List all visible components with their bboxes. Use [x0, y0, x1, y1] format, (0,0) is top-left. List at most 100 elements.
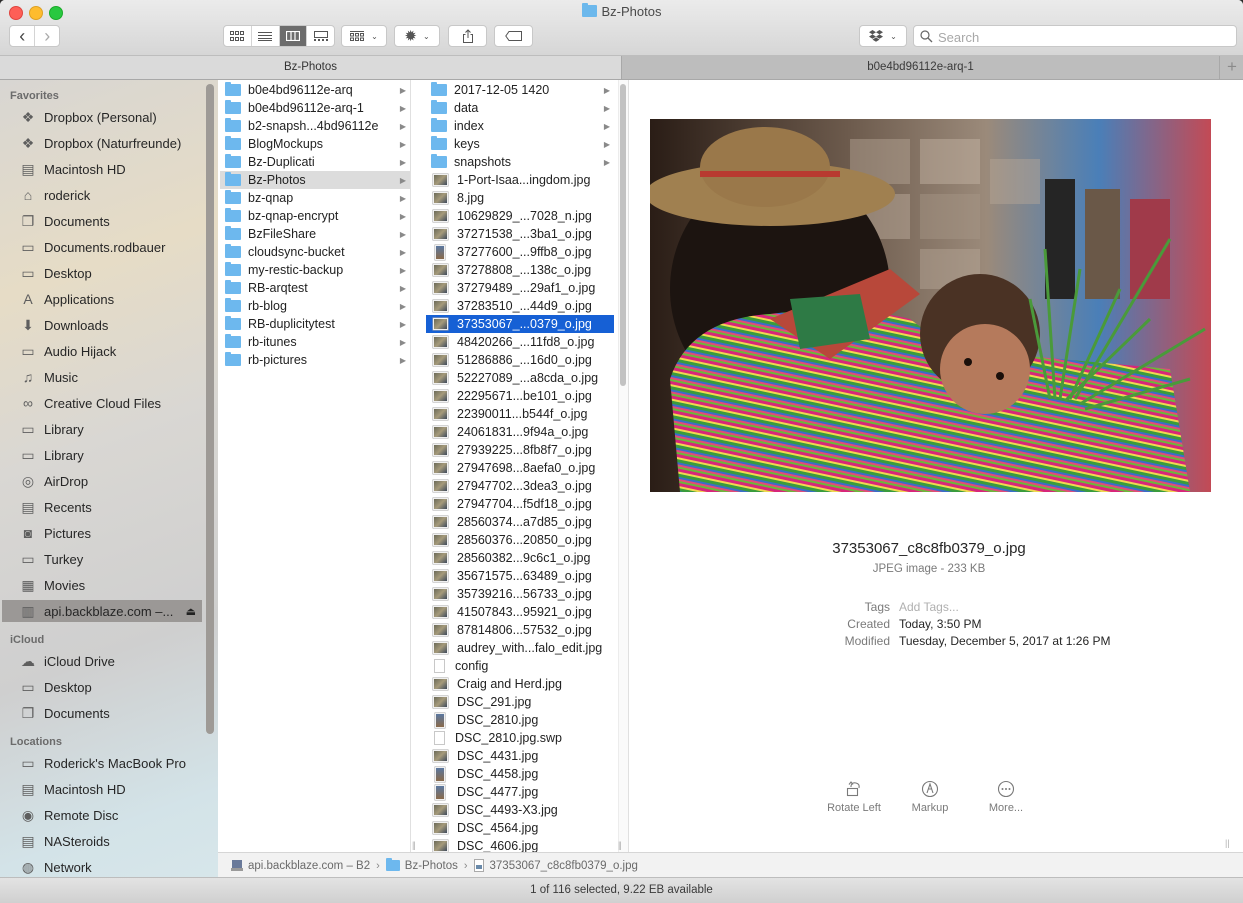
file-row[interactable]: 37283510_...44d9_o.jpg [426, 297, 614, 315]
folder-row[interactable]: rb-itunes ▶ [220, 333, 410, 351]
folder-row[interactable]: rb-blog ▶ [220, 297, 410, 315]
file-row[interactable]: 27947698...8aefa0_o.jpg [426, 459, 614, 477]
sidebar-item-documents[interactable]: ❐ Documents [2, 210, 202, 232]
folder-row[interactable]: 2017-12-05 1420 ▶ [426, 81, 614, 99]
file-row[interactable]: DSC_2810.jpg.swp [426, 729, 614, 747]
tab-b0e4bd96112e-arq-1[interactable]: b0e4bd96112e-arq-1 [622, 56, 1219, 79]
file-row[interactable]: 28560374...a7d85_o.jpg [426, 513, 614, 531]
more-button[interactable]: More... [966, 780, 1046, 814]
folder-row[interactable]: RB-duplicitytest ▶ [220, 315, 410, 333]
sidebar-item-airdrop[interactable]: ◎ AirDrop [2, 470, 202, 492]
file-row[interactable]: 87814806...57532_o.jpg [426, 621, 614, 639]
sidebar-item-remote-disc[interactable]: ◉ Remote Disc [2, 804, 202, 826]
back-button[interactable]: ‹ [10, 26, 36, 46]
file-row[interactable]: 27939225...8fb8f7_o.jpg [426, 441, 614, 459]
markup-button[interactable]: Markup [890, 780, 970, 814]
file-row[interactable]: 37277600_...9ffb8_o.jpg [426, 243, 614, 261]
file-row[interactable]: 27947702...3dea3_o.jpg [426, 477, 614, 495]
sidebar-item-documents-rodbauer[interactable]: ▭ Documents.rodbauer [2, 236, 202, 258]
tab-bz-photos[interactable]: Bz-Photos [0, 56, 622, 79]
file-row[interactable]: DSC_4477.jpg [426, 783, 614, 801]
folder-row[interactable]: cloudsync-bucket ▶ [220, 243, 410, 261]
file-row[interactable]: 52227089_...a8cda_o.jpg [426, 369, 614, 387]
sidebar-item-recents[interactable]: ▤ Recents [2, 496, 202, 518]
add-tags-field[interactable]: Add Tags... [899, 600, 959, 614]
sidebar-item-macintosh-hd[interactable]: ▤ Macintosh HD [2, 778, 202, 800]
folder-row[interactable]: BlogMockups ▶ [220, 135, 410, 153]
path-segment-folder[interactable]: Bz-Photos [385, 858, 458, 872]
file-row[interactable]: 37279489_...29af1_o.jpg [426, 279, 614, 297]
sidebar-item-applications[interactable]: A Applications [2, 288, 202, 310]
dropbox-menu-button[interactable]: ⌄ [859, 25, 907, 47]
forward-button[interactable]: › [35, 26, 59, 46]
rotate-left-button[interactable]: Rotate Left [814, 780, 894, 814]
sidebar-scrollbar[interactable] [206, 84, 214, 734]
file-row[interactable]: 35671575...63489_o.jpg [426, 567, 614, 585]
sidebar-item-network[interactable]: ◍ Network [2, 856, 202, 878]
file-row[interactable]: audrey_with...falo_edit.jpg [426, 639, 614, 657]
sidebar-item-turkey[interactable]: ▭ Turkey [2, 548, 202, 570]
sidebar-item-macintosh-hd[interactable]: ▤ Macintosh HD [2, 158, 202, 180]
file-row[interactable]: 22295671...be101_o.jpg [426, 387, 614, 405]
file-row[interactable]: 22390011...b544f_o.jpg [426, 405, 614, 423]
sidebar-item-library[interactable]: ▭ Library [2, 418, 202, 440]
column-scrollbar[interactable] [620, 84, 626, 386]
sidebar-item-icloud-drive[interactable]: ☁ iCloud Drive [2, 650, 202, 672]
view-list-button[interactable] [252, 26, 280, 46]
sidebar-item-audio-hijack[interactable]: ▭ Audio Hijack [2, 340, 202, 362]
file-row[interactable]: config [426, 657, 614, 675]
folder-row[interactable]: b0e4bd96112e-arq-1 ▶ [220, 99, 410, 117]
sidebar-item-movies[interactable]: ▦ Movies [2, 574, 202, 596]
view-icon-button[interactable] [224, 26, 252, 46]
folder-row[interactable]: rb-pictures ▶ [220, 351, 410, 369]
sidebar-item-api-backblaze-com[interactable]: ▥ api.backblaze.com –... ⏏ [2, 600, 202, 622]
folder-row[interactable]: snapshots ▶ [426, 153, 614, 171]
path-segment-volume[interactable]: api.backblaze.com – B2 [231, 859, 370, 872]
file-row[interactable]: DSC_4458.jpg [426, 765, 614, 783]
sidebar-item-music[interactable]: ♫ Music [2, 366, 202, 388]
folder-row[interactable]: my-restic-backup ▶ [220, 261, 410, 279]
folder-row[interactable]: b2-snapsh...4bd96112e ▶ [220, 117, 410, 135]
sidebar-item-desktop[interactable]: ▭ Desktop [2, 262, 202, 284]
sidebar-item-creative-cloud-files[interactable]: ∞ Creative Cloud Files [2, 392, 202, 414]
sidebar-item-downloads[interactable]: ⬇ Downloads [2, 314, 202, 336]
file-row[interactable]: Craig and Herd.jpg [426, 675, 614, 693]
column-resize-handle[interactable]: || [1225, 838, 1230, 848]
file-row[interactable]: DSC_2810.jpg [426, 711, 614, 729]
file-row[interactable]: 1-Port-Isaa...ingdom.jpg [426, 171, 614, 189]
folder-row[interactable]: Bz-Photos ▶ [220, 171, 410, 189]
folder-row[interactable]: Bz-Duplicati ▶ [220, 153, 410, 171]
folder-row[interactable]: bz-qnap ▶ [220, 189, 410, 207]
sidebar-item-documents[interactable]: ❐ Documents [2, 702, 202, 724]
sidebar-item-roderick-s-macbook-pro[interactable]: ▭ Roderick's MacBook Pro [2, 752, 202, 774]
file-row[interactable]: 35739216...56733_o.jpg [426, 585, 614, 603]
new-tab-button[interactable]: + [1219, 56, 1243, 79]
file-row[interactable]: DSC_4564.jpg [426, 819, 614, 837]
file-row[interactable]: 37271538_...3ba1_o.jpg [426, 225, 614, 243]
sidebar-item-pictures[interactable]: ◙ Pictures [2, 522, 202, 544]
sidebar-item-dropbox-personal[interactable]: ❖ Dropbox (Personal) [2, 106, 202, 128]
file-row[interactable]: DSC_4431.jpg [426, 747, 614, 765]
file-row[interactable]: DSC_291.jpg [426, 693, 614, 711]
path-segment-file[interactable]: 37353067_c8c8fb0379_o.jpg [473, 859, 638, 872]
folder-row[interactable]: index ▶ [426, 117, 614, 135]
folder-row[interactable]: b0e4bd96112e-arq ▶ [220, 81, 410, 99]
file-row[interactable]: DSC_4493-X3.jpg [426, 801, 614, 819]
search-field[interactable] [913, 25, 1237, 47]
file-row[interactable]: 8.jpg [426, 189, 614, 207]
file-row[interactable]: 37278808_...138c_o.jpg [426, 261, 614, 279]
folder-row[interactable]: RB-arqtest ▶ [220, 279, 410, 297]
file-row[interactable]: 24061831...9f94a_o.jpg [426, 423, 614, 441]
file-row[interactable]: 41507843...95921_o.jpg [426, 603, 614, 621]
folder-row[interactable]: keys ▶ [426, 135, 614, 153]
file-row[interactable]: DSC_4606.jpg [426, 837, 614, 852]
search-input[interactable] [936, 28, 1230, 46]
tags-button[interactable] [494, 25, 533, 47]
column-resize-handle[interactable]: || [618, 840, 622, 850]
sidebar-item-library[interactable]: ▭ Library [2, 444, 202, 466]
column-resize-handle[interactable]: || [412, 840, 416, 850]
file-row[interactable]: 27947704...f5df18_o.jpg [426, 495, 614, 513]
eject-icon[interactable]: ⏏ [186, 605, 196, 618]
file-row[interactable]: 51286886_...16d0_o.jpg [426, 351, 614, 369]
share-button[interactable] [448, 25, 487, 47]
